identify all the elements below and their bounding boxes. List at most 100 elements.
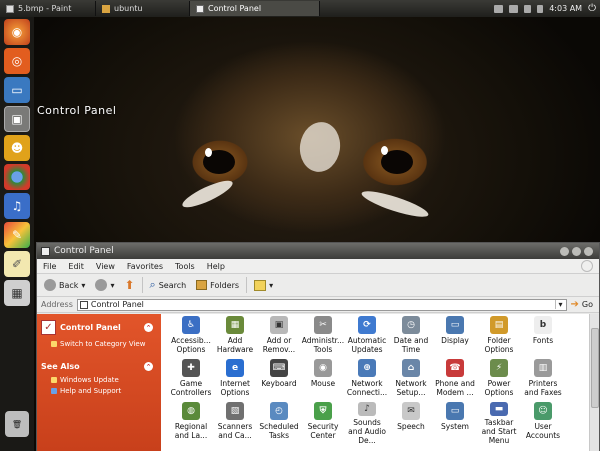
control-panel-item-label: Phone and Modem ... [435, 379, 475, 397]
control-panel-item[interactable]: ◍ Regional and La... [169, 402, 213, 445]
wallpaper-glint [381, 146, 388, 155]
control-panel-item[interactable]: ◴ Scheduled Tasks [257, 402, 301, 445]
control-panel-item-label: Accessib... Options [171, 336, 211, 354]
control-panel-item[interactable]: ⚡ Power Options [477, 359, 521, 402]
menu-view[interactable]: View [90, 262, 121, 271]
control-panel-item[interactable]: ♪ Sounds and Audio De... [345, 402, 389, 445]
itunes-icon[interactable]: ♫ [4, 193, 30, 219]
paint-icon [6, 4, 14, 13]
control-panel-icon [196, 4, 204, 13]
network-icon[interactable] [494, 4, 504, 13]
control-panel-item-label: Internet Options [220, 379, 250, 397]
close-button[interactable] [584, 246, 593, 256]
control-panel-item[interactable]: ⛨ Security Center [301, 402, 345, 445]
task-pane-header[interactable]: ✓ Control Panel ⌃ [41, 320, 157, 335]
maximize-button[interactable] [572, 246, 581, 256]
vertical-scrollbar[interactable] [589, 314, 599, 451]
control-panel-item[interactable]: ⌨ Keyboard [257, 359, 301, 402]
control-panel-item[interactable]: e Internet Options [213, 359, 257, 402]
help-icon [51, 388, 57, 394]
power-icon[interactable]: ⏻ [588, 3, 596, 14]
control-panel-item[interactable]: ☎ Phone and Modem ... [433, 359, 477, 402]
clock[interactable]: 4:03 AM [549, 4, 582, 13]
volume-icon[interactable] [524, 4, 532, 13]
users-icon[interactable]: ☻ [4, 135, 30, 161]
chevron-down-icon[interactable]: ▾ [554, 300, 566, 309]
control-panel-item-icon: ⟳ [358, 316, 376, 334]
see-also-title: See Also [41, 362, 80, 371]
display-settings-icon[interactable]: ▭ [4, 77, 30, 103]
control-panel-item-icon: b [534, 316, 552, 334]
task-control-panel[interactable]: Control Panel [190, 1, 320, 16]
control-panel-item[interactable]: ⌂ Network Setup... [389, 359, 433, 402]
address-input[interactable]: Control Panel ▾ [76, 298, 567, 311]
control-panel-item[interactable]: b Fonts [521, 316, 565, 359]
go-button[interactable]: ➔ Go [571, 299, 599, 310]
control-panel-item[interactable]: ▥ Printers and Faxes [521, 359, 565, 402]
task-pane: ✓ Control Panel ⌃ Switch to Category Vie… [37, 314, 161, 451]
control-panel-item[interactable]: ▧ Scanners and Ca... [213, 402, 257, 445]
see-also-header[interactable]: See Also ⌃ [41, 362, 157, 371]
folders-button[interactable]: Folders [193, 278, 242, 292]
views-button[interactable]: ▾ [251, 278, 276, 293]
menu-favorites[interactable]: Favorites [121, 262, 169, 271]
toolbar: Back ▾ ▾ ⬆ ⌕ Search Folders ▾ [37, 274, 599, 297]
menu-file[interactable]: File [37, 262, 62, 271]
minimize-button[interactable] [560, 246, 569, 256]
battery-icon[interactable] [537, 4, 544, 13]
control-panel-item-icon: e [226, 359, 244, 377]
collapse-icon[interactable]: ⌃ [144, 362, 153, 371]
control-panel-item[interactable]: ♿ Accessib... Options [169, 316, 213, 359]
up-button[interactable]: ⬆ [121, 276, 137, 294]
control-panel-item[interactable]: ⟳ Automatic Updates [345, 316, 389, 359]
control-panel-dock-icon[interactable]: ▣ [4, 106, 30, 132]
control-panel-item[interactable]: ✚ Game Controllers [169, 359, 213, 402]
control-panel-item[interactable]: ▬ Taskbar and Start Menu [477, 402, 521, 445]
control-panel-item-label: Administr... Tools [301, 336, 345, 354]
link-label: Help and Support [60, 387, 122, 395]
switch-category-view-link[interactable]: Switch to Category View [51, 340, 157, 348]
control-panel-item[interactable]: ☺ User Accounts [521, 402, 565, 445]
forward-button[interactable]: ▾ [92, 277, 117, 293]
notepad-icon[interactable]: ✐ [4, 251, 30, 277]
control-panel-item[interactable]: ▣ Add or Remov... [257, 316, 301, 359]
scrollbar-thumb[interactable] [591, 328, 599, 408]
menu-help[interactable]: Help [201, 262, 231, 271]
collapse-icon[interactable]: ⌃ [144, 323, 153, 332]
chrome-icon[interactable] [4, 164, 30, 190]
paint-dock-icon[interactable]: ✎ [4, 222, 30, 248]
wallpaper-stripe [296, 119, 344, 175]
ubuntu-icon[interactable]: ◎ [4, 48, 30, 74]
control-panel-item[interactable]: ◷ Date and Time [389, 316, 433, 359]
task-ubuntu[interactable]: ubuntu [96, 1, 190, 16]
search-label: Search [158, 280, 187, 290]
control-panel-item-label: Network Connecti... [346, 379, 388, 397]
control-panel-item[interactable]: ▭ Display [433, 316, 477, 359]
windows-update-link[interactable]: Windows Update [51, 376, 157, 384]
control-panel-item[interactable]: ◉ Mouse [301, 359, 345, 402]
task-label: Control Panel [208, 4, 262, 13]
control-panel-item[interactable]: ⊕ Network Connecti... [345, 359, 389, 402]
control-panel-item[interactable]: ▦ Add Hardware [213, 316, 257, 359]
task-paint[interactable]: 5.bmp - Paint [0, 1, 96, 16]
control-panel-item[interactable]: ✂ Administr... Tools [301, 316, 345, 359]
control-panel-item-label: Display [441, 336, 469, 345]
address-value: Control Panel [90, 300, 144, 309]
control-panel-item-label: System [441, 422, 469, 431]
control-panel-item[interactable]: ▤ Folder Options [477, 316, 521, 359]
trash-icon[interactable]: 🗑 [5, 411, 29, 437]
help-support-link[interactable]: Help and Support [51, 387, 157, 395]
menu-edit[interactable]: Edit [62, 262, 90, 271]
back-label: Back [59, 280, 79, 290]
control-panel-item-label: Scheduled Tasks [259, 422, 299, 440]
mail-icon[interactable] [509, 4, 519, 13]
menu-tools[interactable]: Tools [169, 262, 201, 271]
control-panel-item[interactable]: ▭ System [433, 402, 477, 445]
control-panel-item-icon: ▭ [446, 316, 464, 334]
firefox-icon[interactable]: ◉ [4, 19, 30, 45]
window-titlebar[interactable]: Control Panel [37, 243, 599, 259]
calculator-icon[interactable]: ▦ [4, 280, 30, 306]
search-button[interactable]: ⌕ Search [147, 276, 190, 294]
control-panel-item[interactable]: ✉ Speech [389, 402, 433, 445]
back-button[interactable]: Back ▾ [41, 277, 88, 293]
